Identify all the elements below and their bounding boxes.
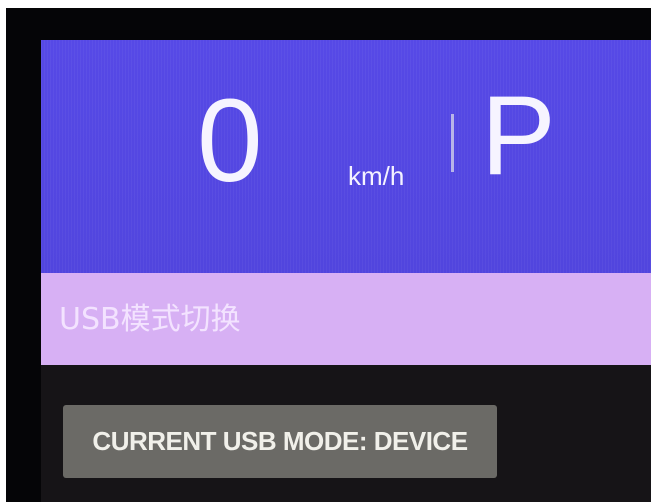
main-content: CURRENT USB MODE: DEVICE <box>41 365 651 502</box>
device-bezel: 0 km/h P USB模式切换 CURRENT USB MODE: DEVIC… <box>6 8 651 502</box>
speed-value: 0 <box>197 75 263 207</box>
speed-gear-divider <box>451 114 454 172</box>
usb-mode-button[interactable]: CURRENT USB MODE: DEVICE <box>63 405 497 478</box>
speed-unit: km/h <box>348 161 405 191</box>
speed-panel: 0 km/h P <box>41 40 651 273</box>
gear-indicator: P <box>481 73 556 198</box>
title-bar: USB模式切换 <box>41 273 651 365</box>
page-title: USB模式切换 <box>59 302 241 337</box>
display-screen: 0 km/h P USB模式切换 CURRENT USB MODE: DEVIC… <box>41 40 651 502</box>
